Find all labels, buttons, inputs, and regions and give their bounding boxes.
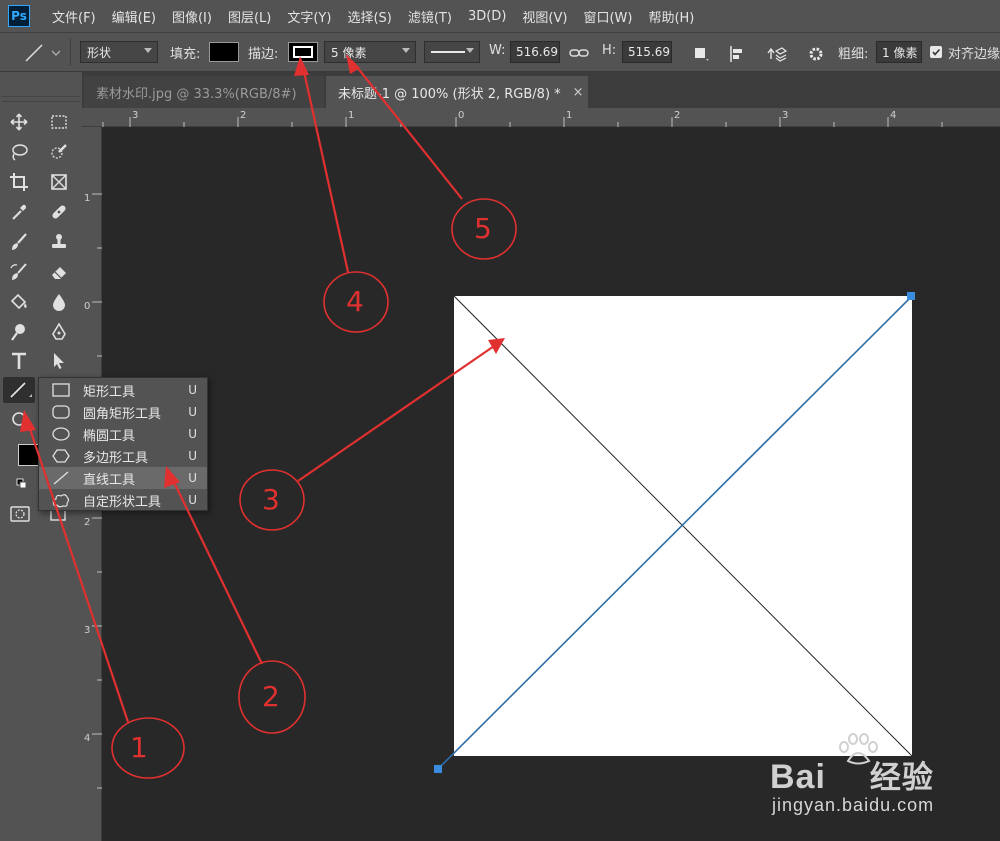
arrowhead <box>346 54 360 74</box>
arrowhead <box>488 338 505 354</box>
annotation-number: 2 <box>262 680 280 713</box>
annotation-arrows <box>25 61 498 723</box>
arrowhead <box>294 56 309 76</box>
annotation-circle <box>111 717 185 779</box>
watermark-brand-text: Bai <box>770 758 826 796</box>
annotation-arrow <box>25 419 130 723</box>
arrowhead <box>164 466 180 488</box>
annotation-number: 4 <box>346 285 364 318</box>
annotation-overlay <box>20 54 517 779</box>
annotation-number: 3 <box>262 483 280 516</box>
annotation-number: 1 <box>130 731 148 764</box>
annotation-arrow <box>297 343 498 482</box>
annotation-arrow <box>301 66 350 273</box>
annotation-circles <box>111 198 517 779</box>
annotation-number: 5 <box>474 212 492 245</box>
annotation-arrow <box>352 61 463 200</box>
watermark-brand: Bai 经验 <box>770 752 934 797</box>
watermark-url: jingyan.baidu.com <box>772 795 935 815</box>
watermark-brand-cn: 经验 <box>869 760 934 795</box>
annotation-arrowheads <box>20 54 505 488</box>
arrowhead <box>20 410 36 432</box>
annotation-arrow <box>171 477 263 665</box>
